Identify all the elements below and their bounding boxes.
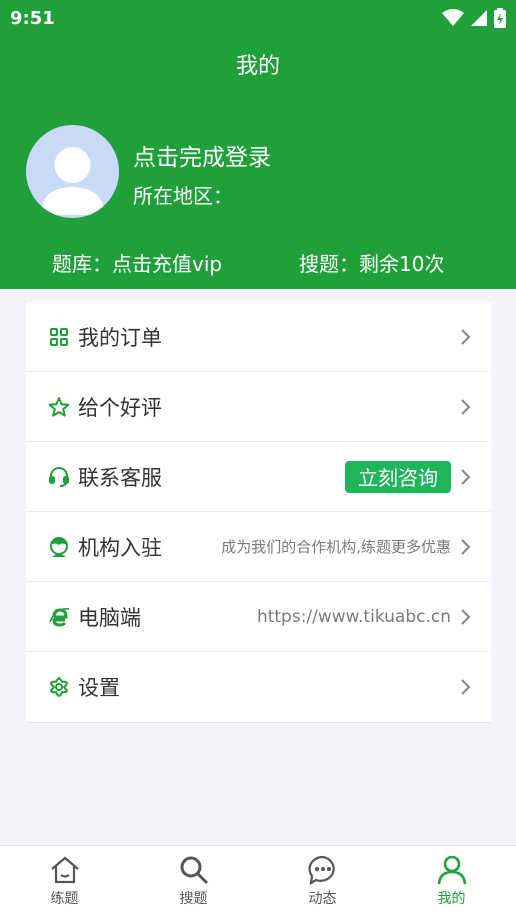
chevron-right-icon: [461, 538, 471, 555]
status-bar: 9:51: [0, 0, 516, 36]
flower-settings-icon: [48, 676, 70, 698]
menu-item-settings[interactable]: 设置: [26, 652, 491, 722]
chat-icon: [307, 855, 335, 886]
chevron-right-icon: [461, 679, 471, 695]
person-icon: [48, 536, 70, 558]
search-icon: [180, 856, 208, 885]
menu-item-review[interactable]: 给个好评: [26, 372, 491, 442]
grid-icon: [48, 326, 70, 348]
tab-feed[interactable]: 动态: [258, 846, 387, 917]
menu-item-desktop[interactable]: 电脑端 https://www.tikuabc.cn: [26, 582, 491, 652]
menu-item-orders[interactable]: 我的订单: [26, 302, 491, 372]
login-prompt[interactable]: 点击完成登录: [133, 138, 271, 172]
status-icons: [442, 8, 506, 28]
status-time: 9:51: [10, 7, 55, 29]
menu-label: 联系客服: [78, 465, 162, 490]
menu-label: 机构入驻: [78, 535, 162, 560]
menu-label: 电脑端: [78, 605, 141, 630]
consult-now-button[interactable]: 立刻咨询: [345, 460, 451, 493]
headset-icon: [48, 466, 70, 488]
menu-label: 我的订单: [78, 325, 162, 350]
menu-label: 设置: [78, 676, 120, 700]
tab-label: 搜题: [179, 891, 208, 907]
signal-icon: [471, 10, 487, 26]
user-icon: [437, 855, 466, 885]
bottom-tab-bar: 练题 搜题 动态 我的: [0, 845, 516, 917]
region-label: 所在地区：: [133, 184, 233, 208]
menu-label: 给个好评: [78, 395, 162, 420]
tab-search[interactable]: 搜题: [129, 846, 258, 917]
wifi-icon: [442, 9, 464, 26]
menu-item-support[interactable]: 联系客服 立刻咨询: [26, 442, 491, 512]
tab-label: 动态: [308, 891, 337, 907]
avatar[interactable]: [26, 125, 119, 218]
question-bank-info[interactable]: 题库：点击充值vip: [52, 248, 222, 277]
menu-item-institution[interactable]: 机构入驻 成为我们的合作机构,练题更多优惠: [26, 512, 491, 582]
chevron-right-icon: [461, 468, 471, 485]
battery-icon: [494, 8, 506, 28]
tab-label: 我的: [437, 891, 466, 907]
browser-e-icon: [48, 606, 70, 628]
page-title: 我的: [235, 54, 280, 79]
menu-list: 我的订单 给个好评 联系客服 立刻咨询 机构入驻 成为我们的合作机构,练题更多优…: [26, 302, 491, 723]
chevron-right-icon: [461, 328, 471, 345]
tab-mine[interactable]: 我的: [387, 846, 516, 917]
institution-promo-text: 成为我们的合作机构,练题更多优惠: [221, 538, 451, 556]
avatar-placeholder-icon: [40, 147, 105, 215]
desktop-url-text: https://www.tikuabc.cn: [256, 606, 451, 627]
star-icon: [48, 396, 70, 418]
chevron-right-icon: [461, 608, 471, 625]
tab-practice[interactable]: 练题: [0, 846, 129, 917]
home-icon: [50, 856, 79, 884]
profile-header: 9:51 我的 点击完成登录 所在地区： 题库：点击充值vip 搜题：剩余10次: [0, 0, 516, 289]
chevron-right-icon: [461, 398, 471, 415]
tab-label: 练题: [50, 891, 79, 907]
search-remaining-info: 搜题：剩余10次: [299, 252, 445, 276]
